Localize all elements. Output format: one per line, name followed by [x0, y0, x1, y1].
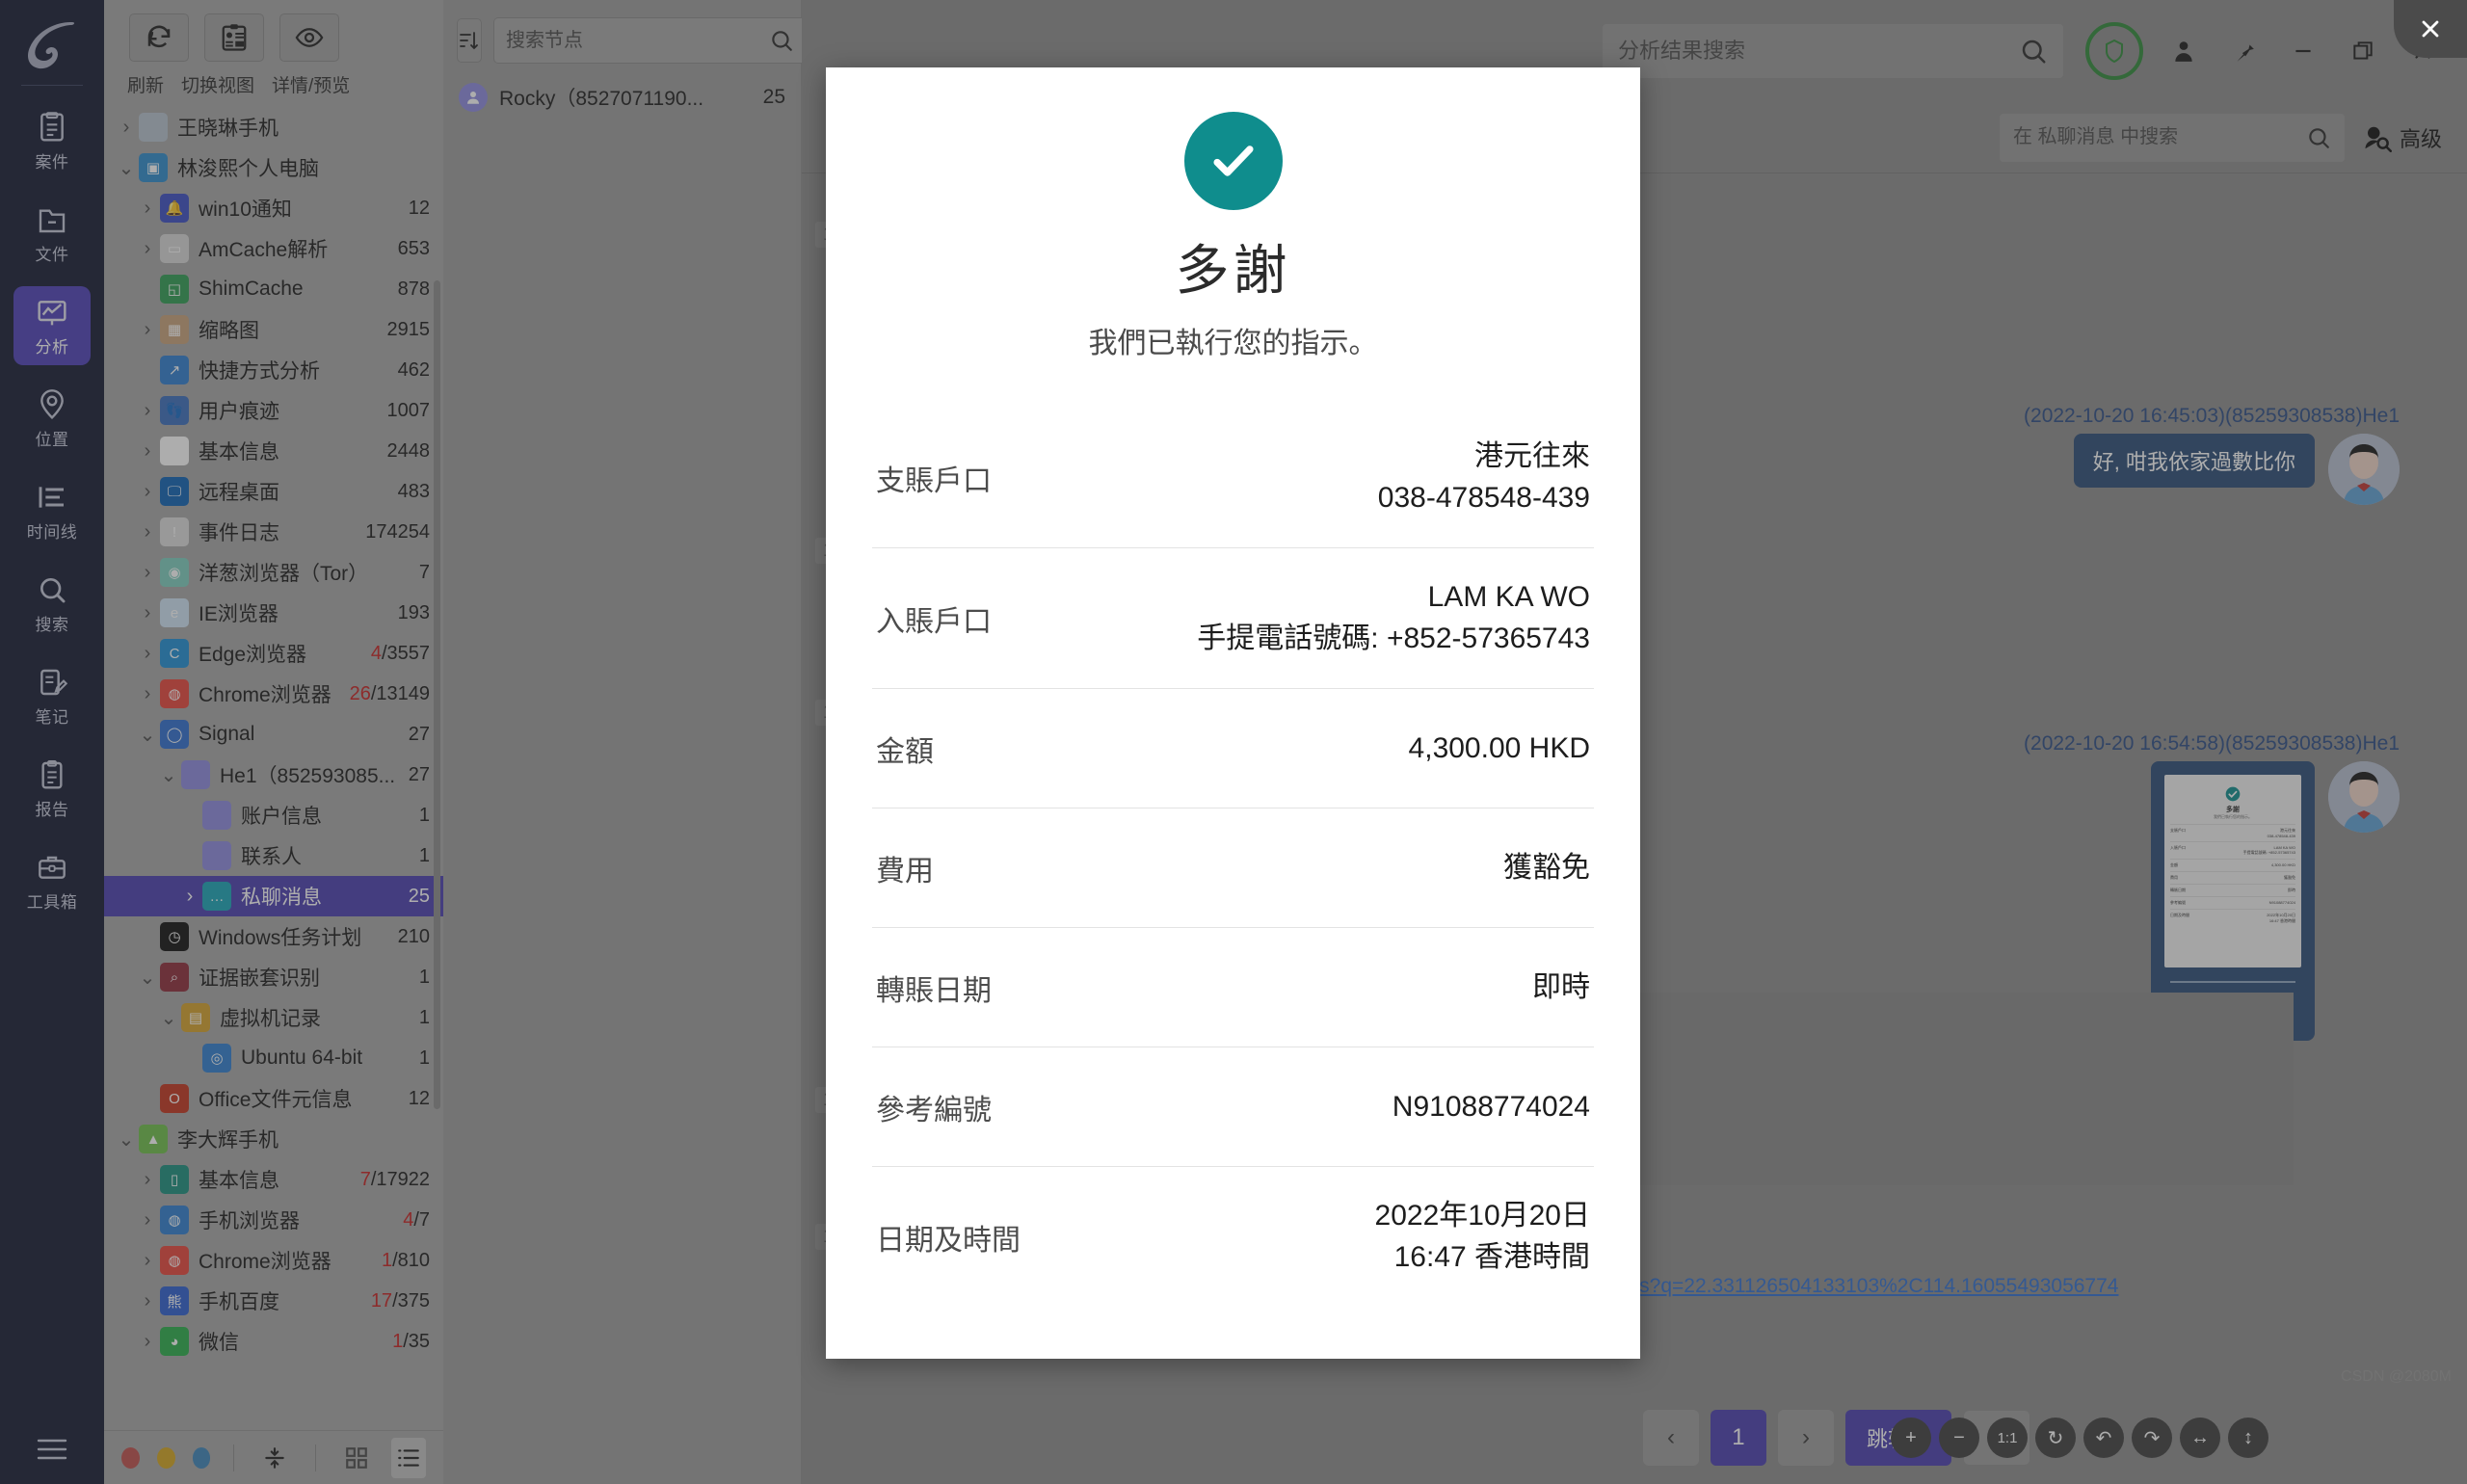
- receipt-row-key: 入賬戶口: [876, 597, 992, 640]
- receipt-row-value: 獲豁免: [1503, 848, 1590, 889]
- receipt-row-key: 金額: [876, 728, 934, 770]
- receipt-row-value: LAM KA WO手提電話號碼: +852-57365743: [1197, 577, 1590, 659]
- window-close-button[interactable]: [2394, 0, 2467, 58]
- success-check-badge: [1184, 112, 1283, 210]
- modal-title: 多謝: [872, 227, 1594, 305]
- receipt-row-value: 2022年10月20日16:47 香港時間: [1375, 1196, 1590, 1278]
- receipt-row-key: 支賬戶口: [876, 457, 992, 499]
- receipt-row-6: 日期及時間 2022年10月20日16:47 香港時間: [872, 1166, 1594, 1307]
- receipt-row-key: 日期及時間: [876, 1216, 1021, 1259]
- receipt-row-key: 參考編號: [876, 1086, 992, 1128]
- receipt-row-3: 費用 獲豁免: [872, 808, 1594, 927]
- receipt-row-value: 即時: [1532, 967, 1590, 1009]
- receipt-row-key: 費用: [876, 847, 934, 889]
- modal-subtitle: 我們已執行您的指示。: [872, 319, 1594, 361]
- receipt-row-0: 支賬戶口 港元往來038-478548-439: [872, 408, 1594, 547]
- window-close-icon: [2417, 15, 2444, 42]
- receipt-row-key: 轉賬日期: [876, 967, 992, 1009]
- receipt-row-5: 參考編號 N91088774024: [872, 1047, 1594, 1166]
- receipt-row-4: 轉賬日期 即時: [872, 927, 1594, 1047]
- receipt-row-1: 入賬戶口 LAM KA WO手提電話號碼: +852-57365743: [872, 547, 1594, 688]
- receipt-row-value: N91088774024: [1393, 1087, 1590, 1128]
- receipt-modal: 多謝 我們已執行您的指示。 支賬戶口 港元往來038-478548-439 入賬戶口…: [826, 67, 1640, 1359]
- receipt-row-2: 金額 4,300.00 HKD: [872, 688, 1594, 808]
- receipt-row-value: 港元往來038-478548-439: [1378, 437, 1590, 518]
- receipt-row-value: 4,300.00 HKD: [1409, 729, 1590, 770]
- check-circle-icon: [1206, 133, 1261, 189]
